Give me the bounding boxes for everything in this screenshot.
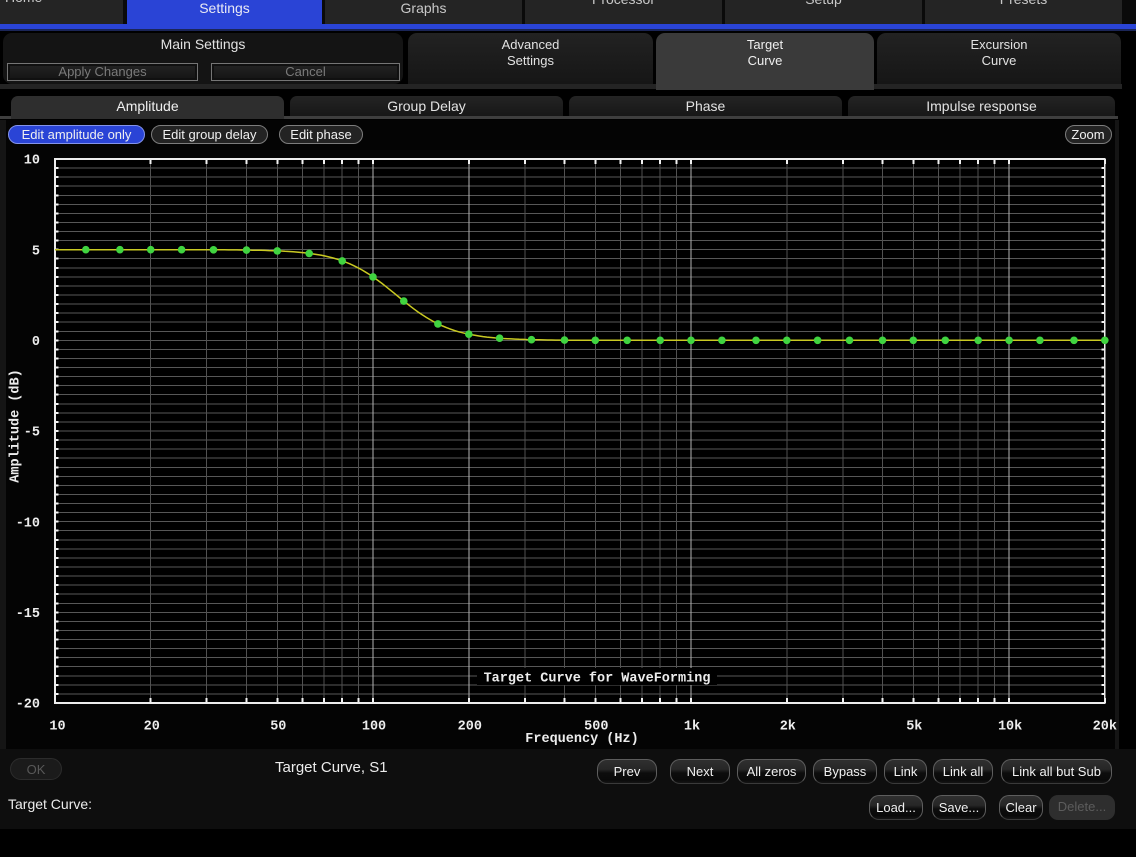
svg-text:Target Curve for WaveForming: Target Curve for WaveForming bbox=[484, 672, 711, 687]
svg-text:50: 50 bbox=[270, 720, 286, 735]
svg-text:-15: -15 bbox=[16, 607, 40, 622]
svg-text:1k: 1k bbox=[684, 720, 700, 735]
svg-text:-5: -5 bbox=[24, 426, 40, 441]
svg-text:200: 200 bbox=[458, 720, 482, 735]
svg-text:5k: 5k bbox=[906, 720, 922, 735]
svg-text:20: 20 bbox=[144, 720, 160, 735]
svg-text:Amplitude (dB): Amplitude (dB) bbox=[9, 369, 24, 482]
svg-text:100: 100 bbox=[362, 720, 386, 735]
svg-text:0: 0 bbox=[32, 335, 40, 350]
svg-text:5: 5 bbox=[32, 244, 40, 259]
svg-text:10: 10 bbox=[49, 720, 65, 735]
svg-text:Frequency (Hz): Frequency (Hz) bbox=[525, 732, 638, 747]
svg-text:-10: -10 bbox=[16, 516, 40, 531]
svg-text:10k: 10k bbox=[998, 720, 1022, 735]
svg-text:-20: -20 bbox=[16, 698, 40, 713]
svg-text:10: 10 bbox=[24, 154, 40, 169]
svg-text:20k: 20k bbox=[1093, 720, 1117, 735]
svg-text:2k: 2k bbox=[780, 720, 796, 735]
